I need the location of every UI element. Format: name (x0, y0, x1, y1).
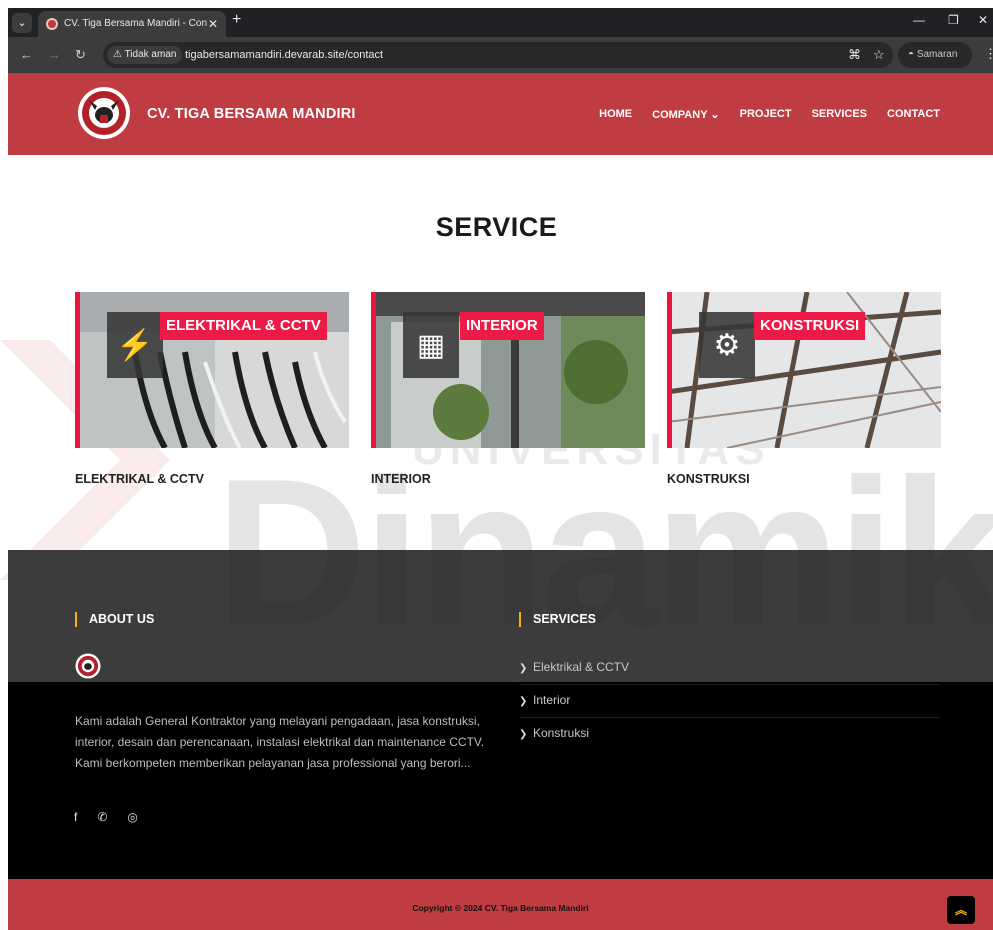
reload-icon[interactable]: ↻ (75, 47, 86, 63)
accent-bar (667, 292, 672, 448)
service-image-konstruksi[interactable]: ⚙ KONSTRUKSI (667, 292, 941, 448)
brand-name[interactable]: CV. TIGA BERSAMA MANDIRI (147, 106, 356, 122)
footer-service-link[interactable]: ❯ Interior (519, 685, 940, 718)
about-heading: ABOUT US (75, 612, 154, 627)
browser-menu-icon[interactable]: ⋮ (984, 46, 993, 62)
browser-tab-bar: ⌄ CV. Tiga Bersama Mandiri - Con ✕ + — ❐… (8, 8, 993, 37)
nav-contact[interactable]: CONTACT (887, 108, 940, 121)
new-tab-icon[interactable]: + (232, 11, 241, 29)
whatsapp-icon[interactable]: ✆ (97, 810, 107, 824)
facebook-icon[interactable]: f (74, 810, 77, 824)
tab-close-icon[interactable]: ✕ (208, 11, 218, 37)
service-image-elektrikal[interactable]: ⚡ ELEKTRIKAL & CCTV (75, 292, 349, 448)
back-icon[interactable]: ← (20, 47, 33, 62)
service-badge: ELEKTRIKAL & CCTV (160, 312, 327, 340)
gears-icon: ⚙ (699, 312, 755, 378)
services-heading: SERVICES (519, 612, 596, 627)
copyright-text: Copyright © 2024 CV. Tiga Bersama Mandir… (412, 903, 589, 913)
footer-service-link[interactable]: ❯ Elektrikal & CCTV (519, 652, 940, 685)
footer-service-link[interactable]: ❯ Konstruksi (519, 718, 940, 751)
security-label: Tidak aman (124, 49, 177, 60)
footer-services-list: ❯ Elektrikal & CCTV ❯ Interior ❯ Konstruksi (519, 652, 940, 751)
footer-logo (75, 653, 101, 679)
service-badge: INTERIOR (460, 312, 544, 340)
translate-icon[interactable]: ⌘ (848, 47, 861, 63)
service-image-interior[interactable]: ▦ INTERIOR (371, 292, 645, 448)
chevron-right-icon: ❯ (519, 696, 528, 707)
main-nav: HOME COMPANY ⌄ PROJECT SERVICES CONTACT (599, 108, 940, 121)
service-badge: KONSTRUKSI (754, 312, 866, 340)
footer-service-label: Elektrikal & CCTV (533, 660, 630, 674)
company-logo[interactable] (77, 86, 131, 140)
url-text[interactable]: tigabersamamandiri.devarab.site/contact (185, 42, 383, 68)
chevron-right-icon: ❯ (519, 729, 528, 740)
browser-toolbar: ← → ↻ ⚠ Tidak aman tigabersamamandiri.de… (8, 37, 993, 73)
window-close-icon[interactable]: ✕ (978, 13, 988, 27)
footer-service-label: Interior (533, 693, 571, 707)
nav-company[interactable]: COMPANY ⌄ (652, 108, 720, 121)
nav-services[interactable]: SERVICES (812, 108, 867, 121)
instagram-icon[interactable]: ◎ (127, 810, 137, 824)
copyright-bar: Copyright © 2024 CV. Tiga Bersama Mandir… (8, 879, 993, 930)
nav-company-label: COMPANY (652, 109, 708, 121)
blueprint-icon: ▦ (403, 312, 459, 378)
double-chevron-up-icon: ︽ (954, 903, 967, 917)
tab-search-chevron-icon[interactable]: ⌄ (12, 13, 32, 33)
bookmark-star-icon[interactable]: ☆ (873, 47, 885, 63)
site-header: CV. TIGA BERSAMA MANDIRI HOME COMPANY ⌄ … (8, 73, 993, 155)
security-indicator[interactable]: ⚠ Tidak aman (107, 46, 183, 64)
forward-icon[interactable]: → (48, 47, 61, 62)
chevron-right-icon: ❯ (519, 663, 528, 674)
back-to-top-button[interactable]: ︽ (947, 896, 975, 924)
restore-icon[interactable]: ❐ (948, 13, 959, 27)
accent-bar (371, 292, 376, 448)
page-title: SERVICE (435, 212, 558, 242)
incognito-profile-button[interactable]: ◓ Samaran (898, 42, 972, 68)
favicon-icon (46, 18, 58, 30)
watermark-dinamika: Dinamik (215, 435, 993, 670)
minimize-icon[interactable]: — (913, 13, 925, 27)
nav-home[interactable]: HOME (599, 108, 632, 121)
incognito-icon: ◓ (908, 49, 915, 60)
accent-bar (75, 292, 80, 448)
nav-project[interactable]: PROJECT (740, 108, 792, 121)
tab-title: CV. Tiga Bersama Mandiri - Con (64, 18, 208, 29)
chevron-down-icon: ⌄ (707, 109, 720, 121)
social-links: f ✆ ◎ (74, 810, 138, 824)
footer-service-label: Konstruksi (533, 726, 590, 740)
plug-icon: ⚡ (107, 312, 163, 378)
browser-tab[interactable]: CV. Tiga Bersama Mandiri - Con ✕ (38, 11, 226, 37)
address-bar[interactable]: ⚠ Tidak aman tigabersamamandiri.devarab.… (103, 42, 893, 68)
about-text: Kami adalah General Kontraktor yang mela… (75, 714, 485, 770)
profile-label: Samaran (916, 49, 958, 60)
